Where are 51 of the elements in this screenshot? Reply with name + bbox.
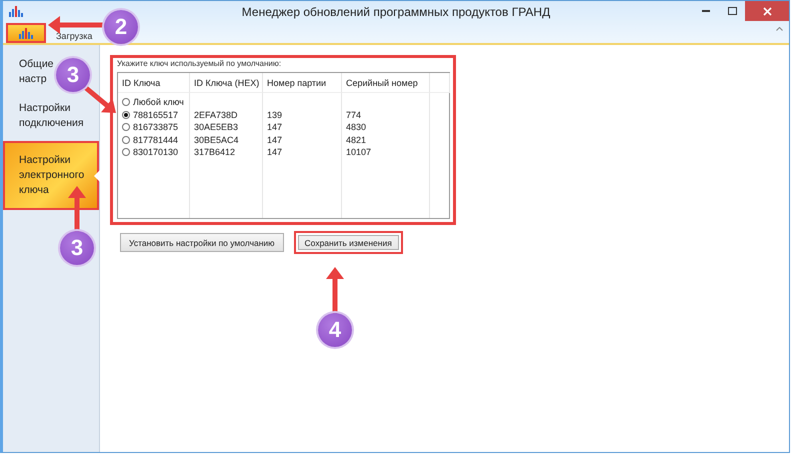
action-button[interactable]: Установить настройки по умолчанию bbox=[120, 233, 284, 252]
column-header[interactable]: ID Ключа bbox=[118, 73, 190, 93]
radio-button[interactable] bbox=[122, 136, 130, 144]
table-cell: 317B6412 bbox=[194, 147, 236, 158]
key-id: Любой ключ bbox=[133, 97, 184, 108]
close-button[interactable] bbox=[745, 1, 789, 21]
action-button[interactable]: Сохранить изменения bbox=[294, 231, 403, 254]
key-id: 817781444 bbox=[133, 134, 178, 145]
key-id: 816733875 bbox=[133, 122, 178, 132]
table-cell: 774 bbox=[346, 110, 362, 120]
window-title: Менеджер обновлений программных продуктов ГРАНД bbox=[242, 5, 550, 19]
radio-button[interactable] bbox=[122, 123, 130, 132]
key-id: 830170130 bbox=[133, 147, 178, 158]
step-badge: 3 bbox=[60, 231, 94, 265]
step-badge: 2 bbox=[104, 10, 138, 44]
close-icon bbox=[762, 6, 772, 16]
column-header[interactable]: Серийный номер bbox=[342, 73, 430, 93]
minimize-icon bbox=[702, 10, 710, 12]
table-cell: 10107 bbox=[346, 147, 372, 158]
table-cell: 147 bbox=[267, 147, 282, 158]
app-icon bbox=[9, 6, 23, 16]
table-cell: 30AE5EB3 bbox=[194, 122, 238, 132]
list-row[interactable]: 788165517 bbox=[118, 108, 189, 121]
collapse-icon[interactable] bbox=[776, 27, 783, 31]
ribbon-tab[interactable]: Загрузка bbox=[52, 31, 96, 43]
sidebar-item[interactable]: Настройки электронного ключа bbox=[3, 141, 99, 210]
list-row[interactable]: 817781444 bbox=[118, 134, 189, 146]
column-header[interactable]: Номер партии bbox=[263, 73, 342, 93]
chart-icon bbox=[19, 28, 33, 38]
list-row[interactable]: Любой ключ bbox=[118, 96, 189, 108]
table-cell: 147 bbox=[267, 122, 282, 132]
key-id: 788165517 bbox=[133, 110, 178, 120]
ribbon-tab[interactable] bbox=[6, 23, 46, 43]
step-badge: 3 bbox=[56, 58, 90, 92]
table-cell: 139 bbox=[267, 110, 282, 120]
radio-button[interactable] bbox=[122, 98, 130, 106]
list-row[interactable]: 830170130 bbox=[118, 146, 189, 158]
list-row[interactable]: 816733875 bbox=[118, 121, 189, 134]
maximize-icon bbox=[728, 7, 736, 15]
group-caption: Укажите ключ используемый по умолчанию: bbox=[117, 59, 282, 68]
radio-button[interactable] bbox=[122, 110, 130, 119]
radio-button[interactable] bbox=[122, 148, 130, 156]
table-cell: 4830 bbox=[346, 122, 366, 132]
table-cell: 2EFA738D bbox=[194, 110, 238, 120]
step-badge: 4 bbox=[318, 313, 352, 347]
column-header[interactable]: ID Ключа (HEX) bbox=[190, 73, 263, 93]
sidebar-item[interactable]: Настройки подключения bbox=[3, 97, 99, 135]
table-cell: 147 bbox=[267, 134, 282, 145]
table-cell: 4821 bbox=[346, 134, 366, 145]
empty-column-header bbox=[430, 73, 450, 93]
table-cell: 30BE5AC4 bbox=[194, 134, 239, 145]
